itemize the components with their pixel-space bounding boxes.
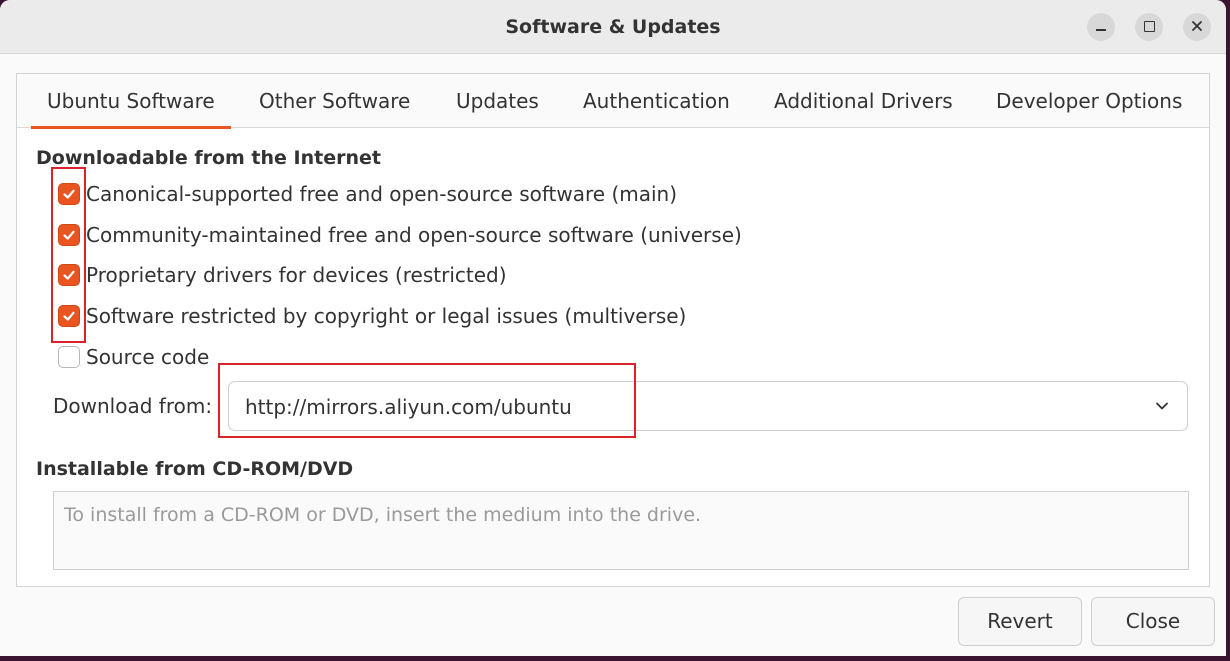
minimize-button[interactable] bbox=[1087, 13, 1115, 41]
minimize-icon bbox=[1096, 29, 1106, 31]
checkbox-multiverse[interactable] bbox=[58, 305, 80, 327]
download-server-value: http://mirrors.aliyun.com/ubuntu bbox=[245, 395, 572, 419]
download-server-select[interactable]: http://mirrors.aliyun.com/ubuntu bbox=[228, 381, 1188, 431]
check-icon bbox=[63, 230, 75, 240]
checkbox-source-code[interactable] bbox=[58, 346, 80, 368]
option-main[interactable]: Canonical-supported free and open-source… bbox=[58, 180, 677, 208]
check-icon bbox=[63, 311, 75, 321]
option-label: Canonical-supported free and open-source… bbox=[86, 182, 678, 206]
cdrom-section-heading: Installable from CD-ROM/DVD bbox=[36, 458, 354, 480]
tab-bar: Ubuntu Software Other Software Updates A… bbox=[17, 74, 1209, 129]
chevron-down-icon bbox=[1156, 402, 1168, 410]
close-button[interactable]: Close bbox=[1091, 597, 1215, 646]
internet-section-heading: Downloadable from the Internet bbox=[36, 147, 381, 169]
option-universe[interactable]: Community-maintained free and open-sourc… bbox=[58, 221, 742, 249]
settings-notebook: Ubuntu Software Other Software Updates A… bbox=[16, 73, 1210, 587]
check-icon bbox=[63, 270, 75, 280]
close-window-button[interactable] bbox=[1183, 13, 1211, 41]
option-restricted[interactable]: Proprietary drivers for devices (restric… bbox=[58, 261, 507, 289]
maximize-icon bbox=[1143, 20, 1155, 32]
option-multiverse[interactable]: Software restricted by copyright or lega… bbox=[58, 302, 686, 330]
option-label: Community-maintained free and open-sourc… bbox=[86, 223, 742, 247]
software-updates-window: Software & Updates Ubuntu Software Other… bbox=[0, 0, 1226, 656]
checkbox-main[interactable] bbox=[58, 183, 80, 205]
option-label: Software restricted by copyright or lega… bbox=[86, 304, 687, 328]
close-icon bbox=[1192, 20, 1202, 31]
option-label: Source code bbox=[86, 345, 210, 369]
option-label: Proprietary drivers for devices (restric… bbox=[86, 263, 507, 287]
tab-updates[interactable]: Updates bbox=[456, 74, 539, 128]
tab-developer-options[interactable]: Developer Options bbox=[996, 74, 1182, 128]
revert-button[interactable]: Revert bbox=[958, 597, 1082, 646]
option-source-code[interactable]: Source code bbox=[58, 343, 209, 371]
tab-other-software[interactable]: Other Software bbox=[259, 74, 410, 128]
maximize-button[interactable] bbox=[1135, 13, 1163, 41]
checkbox-restricted[interactable] bbox=[58, 264, 80, 286]
checkbox-universe[interactable] bbox=[58, 224, 80, 246]
tab-additional-drivers[interactable]: Additional Drivers bbox=[774, 74, 953, 128]
download-from-label: Download from: bbox=[53, 394, 213, 418]
cdrom-placeholder: To install from a CD-ROM or DVD, insert … bbox=[64, 504, 702, 526]
title-bar[interactable]: Software & Updates bbox=[0, 0, 1226, 54]
window-title: Software & Updates bbox=[505, 16, 721, 38]
cdrom-list: To install from a CD-ROM or DVD, insert … bbox=[53, 491, 1189, 570]
tab-ubuntu-software[interactable]: Ubuntu Software bbox=[31, 74, 231, 129]
check-icon bbox=[63, 189, 75, 199]
tab-authentication[interactable]: Authentication bbox=[583, 74, 730, 128]
